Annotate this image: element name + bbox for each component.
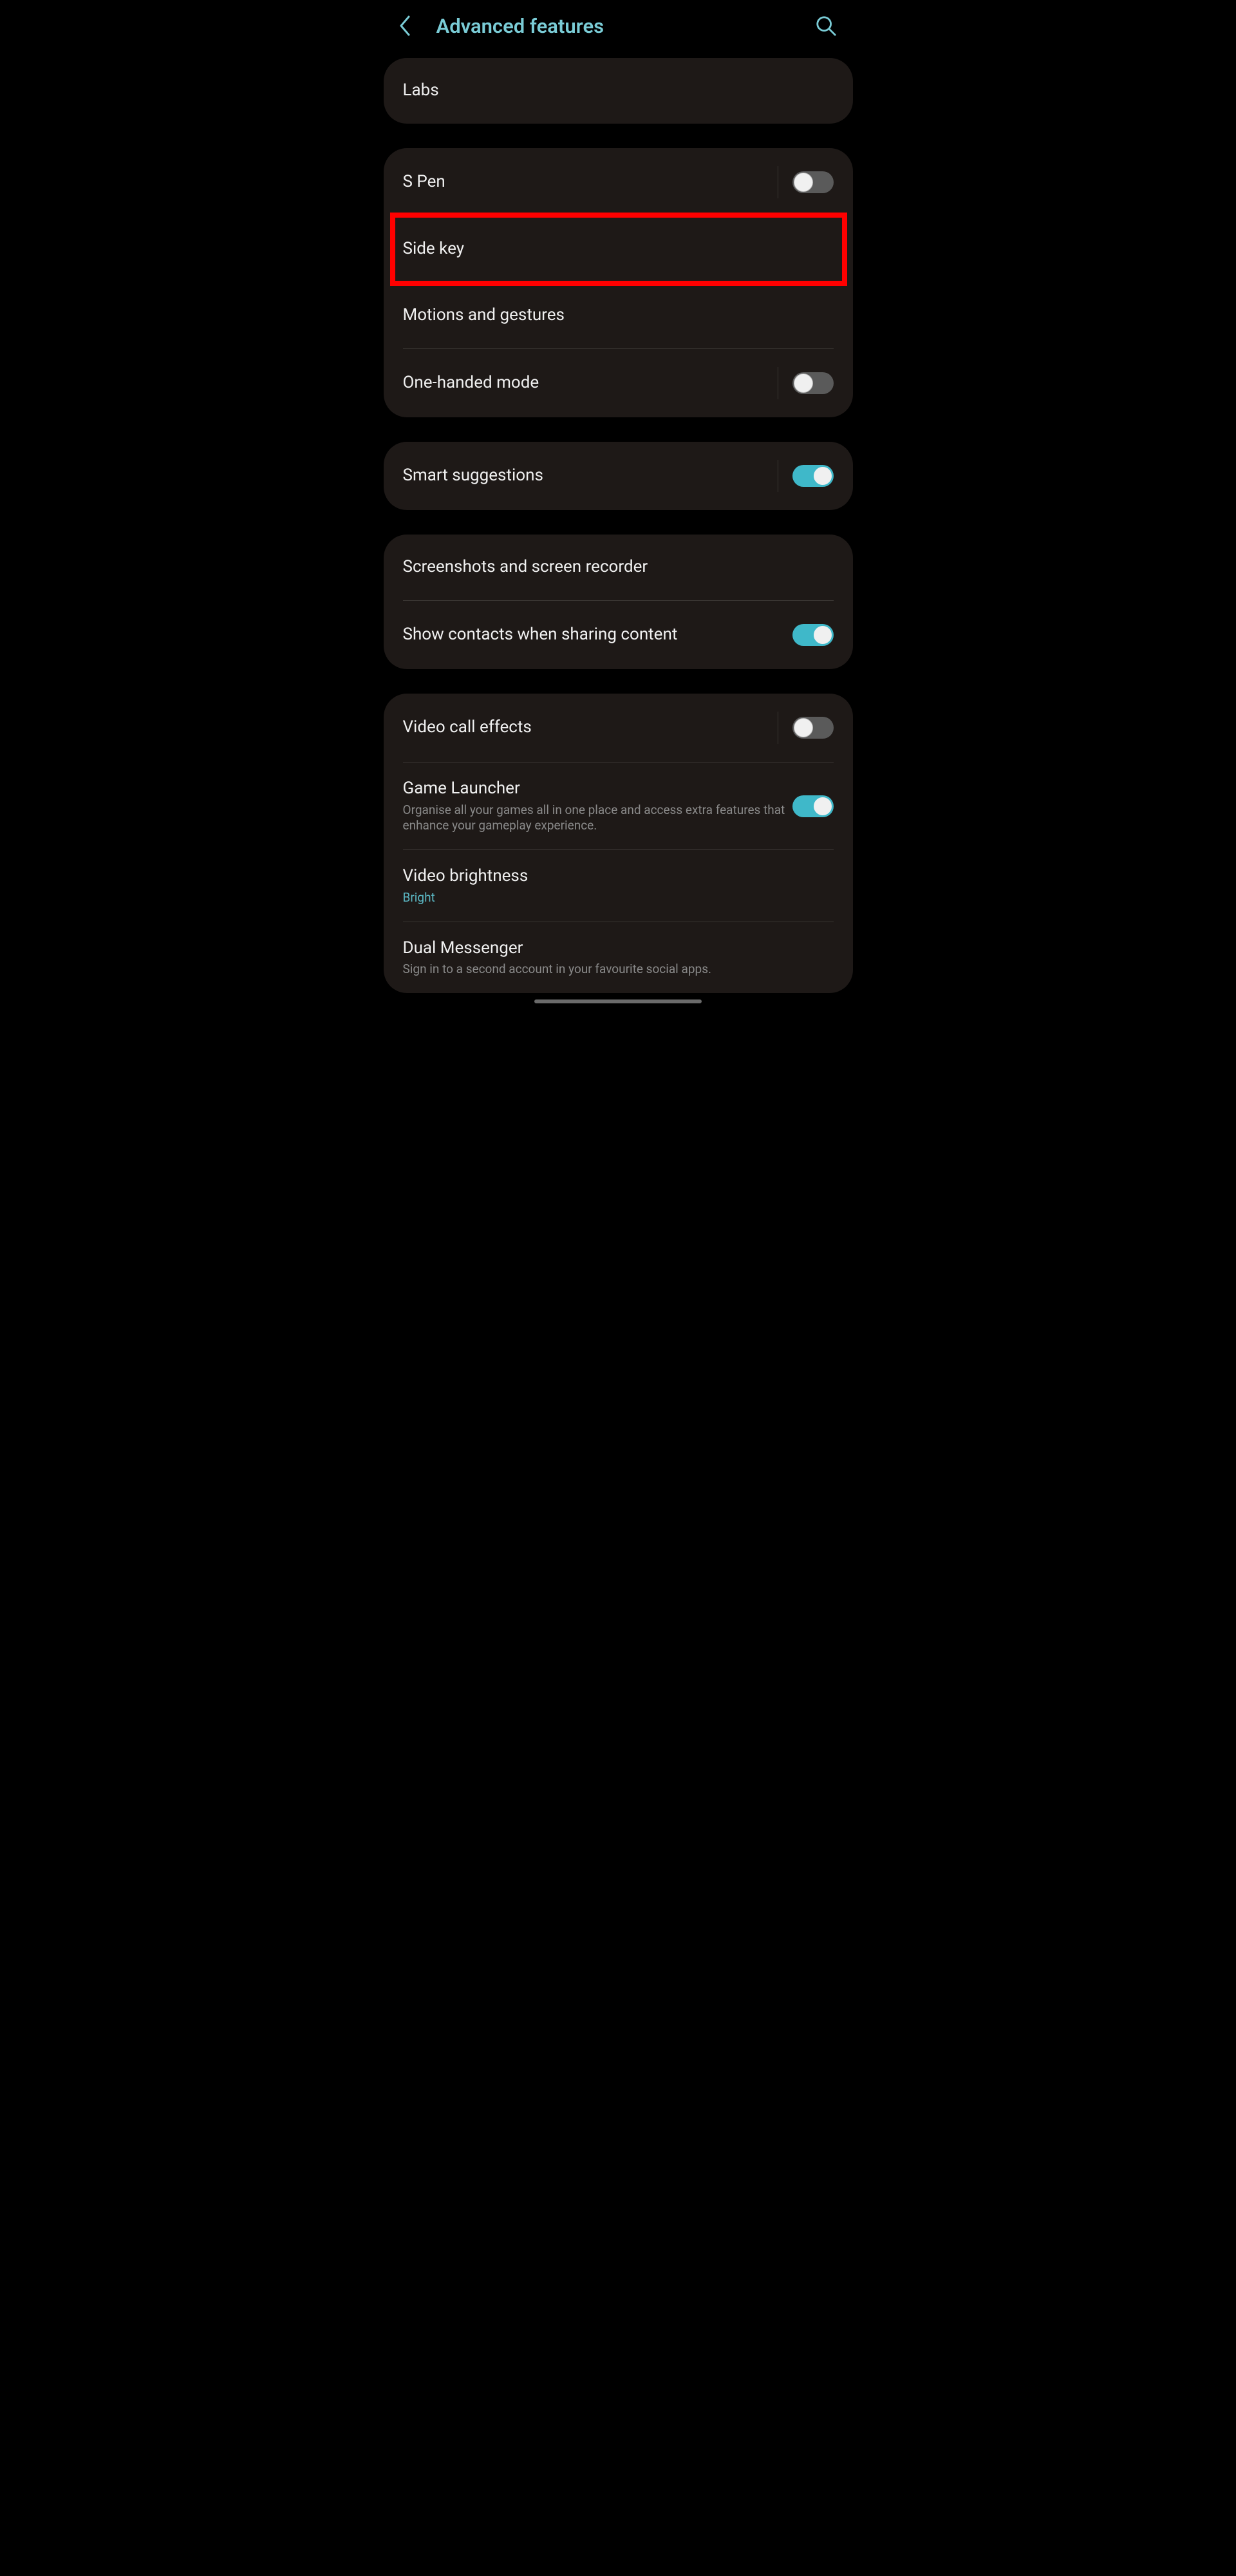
search-button[interactable] [813, 13, 839, 39]
toggle-knob [813, 797, 832, 816]
row-subtitle: Bright [403, 890, 834, 906]
toggle-knob [794, 718, 813, 737]
video-call-effects-toggle[interactable] [792, 717, 834, 739]
toggle-knob [794, 374, 813, 393]
row-content: Side key [403, 238, 834, 260]
toggle-separator [778, 166, 834, 198]
video-brightness-row[interactable]: Video brightness Bright [384, 850, 853, 921]
smart-suggestions-toggle[interactable] [792, 465, 834, 487]
show-contacts-row[interactable]: Show contacts when sharing content [384, 601, 853, 669]
row-content: Dual Messenger Sign in to a second accou… [403, 938, 834, 978]
row-content: Video call effects [403, 717, 766, 739]
show-contacts-toggle[interactable] [792, 624, 834, 646]
row-subtitle: Organise all your games all in one place… [403, 802, 792, 834]
settings-group: Labs [384, 58, 853, 124]
toggle-wrap [792, 619, 834, 651]
row-label: Labs [403, 80, 834, 102]
row-content: Motions and gestures [403, 305, 834, 327]
toggle-knob [813, 466, 832, 486]
game-launcher-toggle[interactable] [792, 795, 834, 817]
settings-group: Smart suggestions [384, 442, 853, 510]
side-key-row[interactable]: Side key [384, 216, 853, 282]
row-content: Game Launcher Organise all your games al… [403, 778, 792, 834]
row-label: Side key [403, 238, 834, 260]
settings-group: Video call effects Game Launcher Organis… [384, 694, 853, 993]
toggle-knob [794, 173, 813, 192]
row-label: Video call effects [403, 717, 766, 739]
row-subtitle: Sign in to a second account in your favo… [403, 961, 834, 978]
settings-group: S Pen Side key Motions and gestures One-… [384, 148, 853, 417]
labs-row[interactable]: Labs [384, 58, 853, 124]
row-label: S Pen [403, 171, 766, 193]
row-content: One-handed mode [403, 372, 766, 394]
row-label: Motions and gestures [403, 305, 834, 327]
home-indicator[interactable] [534, 999, 702, 1003]
dual-messenger-row[interactable]: Dual Messenger Sign in to a second accou… [384, 922, 853, 993]
row-content: Show contacts when sharing content [403, 624, 792, 646]
row-label: Video brightness [403, 866, 834, 887]
toggle-separator [778, 367, 834, 399]
screen-root: Advanced features Labs S Pen Si [376, 0, 861, 1007]
row-content: Labs [403, 80, 834, 102]
one-handed-toggle[interactable] [792, 372, 834, 394]
smart-suggestions-row[interactable]: Smart suggestions [384, 442, 853, 510]
back-button[interactable] [391, 13, 417, 39]
row-content: Video brightness Bright [403, 866, 834, 905]
row-label: Game Launcher [403, 778, 792, 800]
chevron-left-icon [397, 14, 411, 37]
screenshots-recorder-row[interactable]: Screenshots and screen recorder [384, 535, 853, 600]
row-label: Show contacts when sharing content [403, 624, 792, 646]
row-label: Screenshots and screen recorder [403, 556, 834, 578]
motions-gestures-row[interactable]: Motions and gestures [384, 283, 853, 348]
page-title: Advanced features [436, 14, 813, 38]
settings-group: Screenshots and screen recorder Show con… [384, 535, 853, 669]
s-pen-row[interactable]: S Pen [384, 148, 853, 216]
toggle-knob [813, 625, 832, 645]
toggle-wrap [792, 790, 834, 822]
row-label: Dual Messenger [403, 938, 834, 960]
toggle-separator [778, 460, 834, 492]
s-pen-toggle[interactable] [792, 171, 834, 193]
search-icon [815, 15, 837, 37]
toggle-separator [778, 712, 834, 744]
video-call-effects-row[interactable]: Video call effects [384, 694, 853, 762]
one-handed-mode-row[interactable]: One-handed mode [384, 349, 853, 417]
header: Advanced features [376, 0, 861, 58]
game-launcher-row[interactable]: Game Launcher Organise all your games al… [384, 762, 853, 849]
row-label: Smart suggestions [403, 465, 766, 487]
row-content: S Pen [403, 171, 766, 193]
row-content: Smart suggestions [403, 465, 766, 487]
row-content: Screenshots and screen recorder [403, 556, 834, 578]
row-label: One-handed mode [403, 372, 766, 394]
